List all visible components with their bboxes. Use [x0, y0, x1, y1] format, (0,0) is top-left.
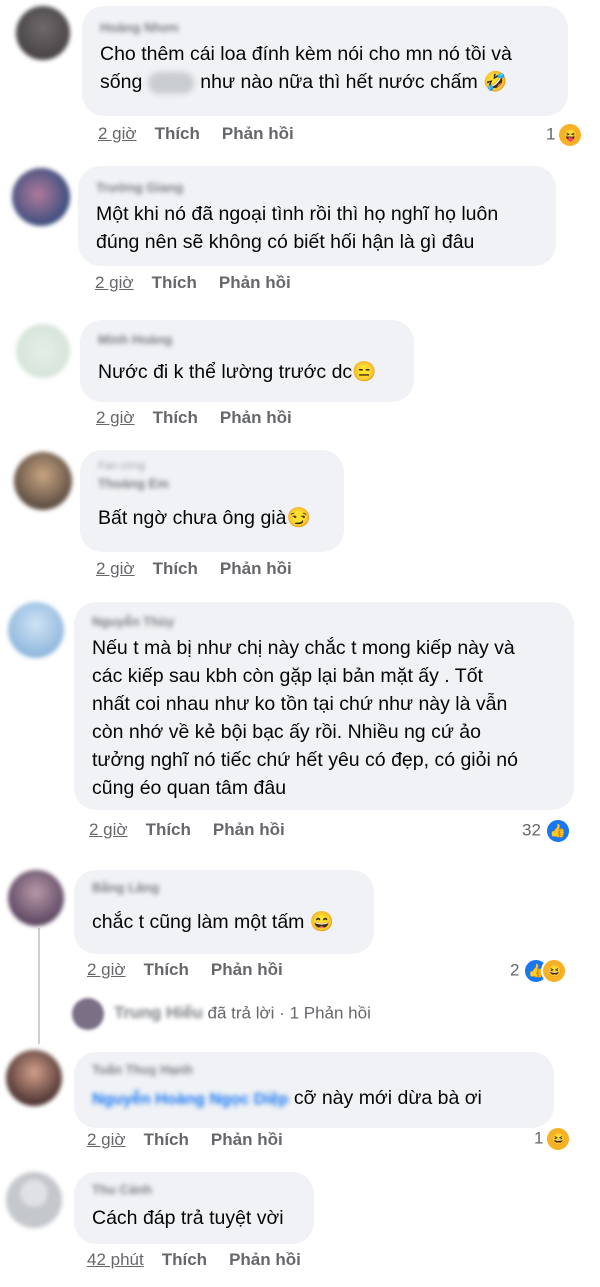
reaction-summary[interactable]: 32 👍: [522, 818, 571, 844]
comment-author[interactable]: Tuấn Thuỵ Hạnh: [92, 1060, 538, 1080]
reaction-count: 32: [522, 820, 541, 840]
avatar[interactable]: [16, 6, 70, 60]
reaction-summary[interactable]: 1 😝: [546, 124, 582, 146]
like-icon: 👍: [544, 818, 571, 844]
comment-time[interactable]: 2 giờ: [89, 820, 128, 839]
comment-time[interactable]: 2 giờ: [98, 124, 137, 143]
comment-text-part: cỡ này mới dừa bà ơi: [293, 1087, 482, 1109]
mention-link[interactable]: Nguyễn Hoàng Ngọc Diệp: [92, 1086, 288, 1114]
comment: Tuấn Thuỵ Hạnh Nguyễn Hoàng Ngọc Diệp cỡ…: [0, 1048, 600, 1168]
reaction-count: 2: [510, 960, 520, 980]
comment: Thu Cảnh Cách đáp trả tuyệt vời 42 phút T…: [0, 1168, 600, 1287]
reply-avatar: [72, 998, 104, 1030]
reply-button[interactable]: Phản hồi: [229, 1250, 301, 1269]
comment-actions: 2 giờ Thích Phản hồi: [98, 124, 294, 144]
comment-text: chắc t cũng làm một tấm 😄: [92, 911, 335, 933]
comment: Fan cứng Thoàng Em Bất ngờ chưa ông già😏…: [0, 448, 600, 588]
avatar[interactable]: [6, 1172, 62, 1228]
comment-time[interactable]: 42 phút: [87, 1250, 144, 1269]
comment-actions: 2 giờ Thích Phản hồi: [95, 273, 291, 293]
like-button[interactable]: Thích: [144, 960, 189, 979]
comment-author[interactable]: Thoàng Em: [98, 474, 328, 494]
reply-dot: ·: [279, 1003, 285, 1023]
comment-author[interactable]: Bằng Lăng: [92, 878, 358, 898]
avatar[interactable]: [14, 452, 72, 510]
like-button[interactable]: Thích: [146, 820, 191, 839]
reaction-count: 1: [534, 1128, 544, 1148]
comment-time[interactable]: 2 giờ: [96, 408, 135, 427]
comment-text: Bất ngờ chưa ông già😏: [98, 507, 311, 529]
like-button[interactable]: Thích: [153, 408, 198, 427]
comment-bubble: Fan cứng Thoàng Em Bất ngờ chưa ông già😏: [80, 450, 344, 552]
comment-author[interactable]: Hoàng Nhơn: [100, 18, 552, 38]
reply-button[interactable]: Phản hồi: [213, 820, 285, 839]
comment-actions: 2 giờ Thích Phản hồi: [96, 559, 292, 579]
comment-actions: 2 giờ Thích Phản hồi: [89, 820, 285, 840]
tongue-face-icon: 😝: [559, 124, 582, 146]
comment-author[interactable]: Thu Cảnh: [92, 1180, 298, 1200]
comment-time[interactable]: 2 giờ: [96, 559, 135, 578]
like-button[interactable]: Thích: [144, 1130, 189, 1149]
comment-bubble: Nguyễn Thùy Nếu t mà bị như chị này chắc…: [74, 602, 574, 810]
comment-bubble: Trường Giang Một khi nó đã ngoại tình rồ…: [78, 166, 556, 266]
comment-actions: 2 giờ Thích Phản hồi: [87, 960, 283, 980]
reaction-count: 1: [546, 124, 556, 144]
comment-actions: 2 giờ Thích Phản hồi: [87, 1130, 283, 1150]
comment-bubble: Hoàng Nhơn Cho thêm cái loa đính kèm nói…: [82, 6, 568, 116]
avatar[interactable]: [8, 602, 64, 658]
reaction-summary[interactable]: 2 👍 😆: [510, 958, 568, 984]
comment-bubble: Bằng Lăng chắc t cũng làm một tấm 😄: [74, 870, 374, 954]
comment-author[interactable]: Trường Giang: [96, 178, 540, 198]
comment-author[interactable]: Minh Hoàng: [98, 330, 398, 350]
avatar[interactable]: [16, 324, 70, 378]
reply-author: Trung Hiếu: [114, 1003, 203, 1023]
comment: Nguyễn Thùy Nếu t mà bị như chị này chắc…: [0, 598, 600, 858]
avatar[interactable]: [12, 168, 70, 226]
thread-line: [38, 928, 40, 1044]
haha-icon: 😆: [547, 1128, 570, 1150]
comment: Trường Giang Một khi nó đã ngoại tình rồ…: [0, 160, 600, 310]
comment-time[interactable]: 2 giờ: [87, 960, 126, 979]
comment-actions: 2 giờ Thích Phản hồi: [96, 408, 292, 428]
comment-bubble: Thu Cảnh Cách đáp trả tuyệt vời: [74, 1172, 314, 1244]
reply-button[interactable]: Phản hồi: [220, 408, 292, 427]
comment-text: Nếu t mà bị như chị này chắc t mong kiếp…: [92, 637, 518, 799]
comment-text: Cho thêm cái loa đính kèm nói cho mn nó …: [100, 40, 552, 96]
reply-button[interactable]: Phản hồi: [219, 273, 291, 292]
view-replies-link[interactable]: Trung Hiếu đã trả lời · 1 Phản hồi: [72, 998, 371, 1030]
like-button[interactable]: Thích: [153, 559, 198, 578]
comment-text: Nguyễn Hoàng Ngọc Diệp cỡ này mới dừa bà…: [92, 1084, 538, 1114]
avatar[interactable]: [8, 870, 64, 926]
reply-button[interactable]: Phản hồi: [222, 124, 294, 143]
comment: Minh Hoàng Nước đi k thể lường trước dc😑…: [0, 316, 600, 446]
reply-button[interactable]: Phản hồi: [211, 960, 283, 979]
fan-badge: Fan cứng: [98, 460, 146, 472]
like-button[interactable]: Thích: [152, 273, 197, 292]
comment-text-part: như nào nữa thì hết nước chấm 🤣: [200, 71, 508, 93]
comment-bubble: Minh Hoàng Nước đi k thể lường trước dc😑: [80, 320, 414, 402]
comment: Bằng Lăng chắc t cũng làm một tấm 😄 2 gi…: [0, 866, 600, 1046]
avatar[interactable]: [6, 1050, 62, 1106]
comment-text: Một khi nó đã ngoại tình rồi thì họ nghĩ…: [96, 203, 499, 253]
like-button[interactable]: Thích: [162, 1250, 207, 1269]
redacted-word: [148, 71, 195, 94]
comment-time[interactable]: 2 giờ: [95, 273, 134, 292]
haha-icon: 😆: [541, 958, 568, 984]
comment-author[interactable]: Nguyễn Thùy: [92, 612, 558, 632]
reply-button[interactable]: Phản hồi: [211, 1130, 283, 1149]
comment-bubble: Tuấn Thuỵ Hạnh Nguyễn Hoàng Ngọc Diệp cỡ…: [74, 1052, 554, 1128]
comment-text: Nước đi k thể lường trước dc😑: [98, 361, 377, 383]
like-button[interactable]: Thích: [155, 124, 200, 143]
comment-actions: 42 phút Thích Phản hồi: [87, 1250, 301, 1270]
reply-count: 1 Phản hồi: [289, 1003, 371, 1023]
reply-action: đã trả lời: [207, 1003, 275, 1023]
comment-text: Cách đáp trả tuyệt vời: [92, 1207, 284, 1229]
reply-button[interactable]: Phản hồi: [220, 559, 292, 578]
reaction-summary[interactable]: 1 😆: [534, 1128, 570, 1150]
comment-time[interactable]: 2 giờ: [87, 1130, 126, 1149]
comment: Hoàng Nhơn Cho thêm cái loa đính kèm nói…: [0, 0, 600, 150]
